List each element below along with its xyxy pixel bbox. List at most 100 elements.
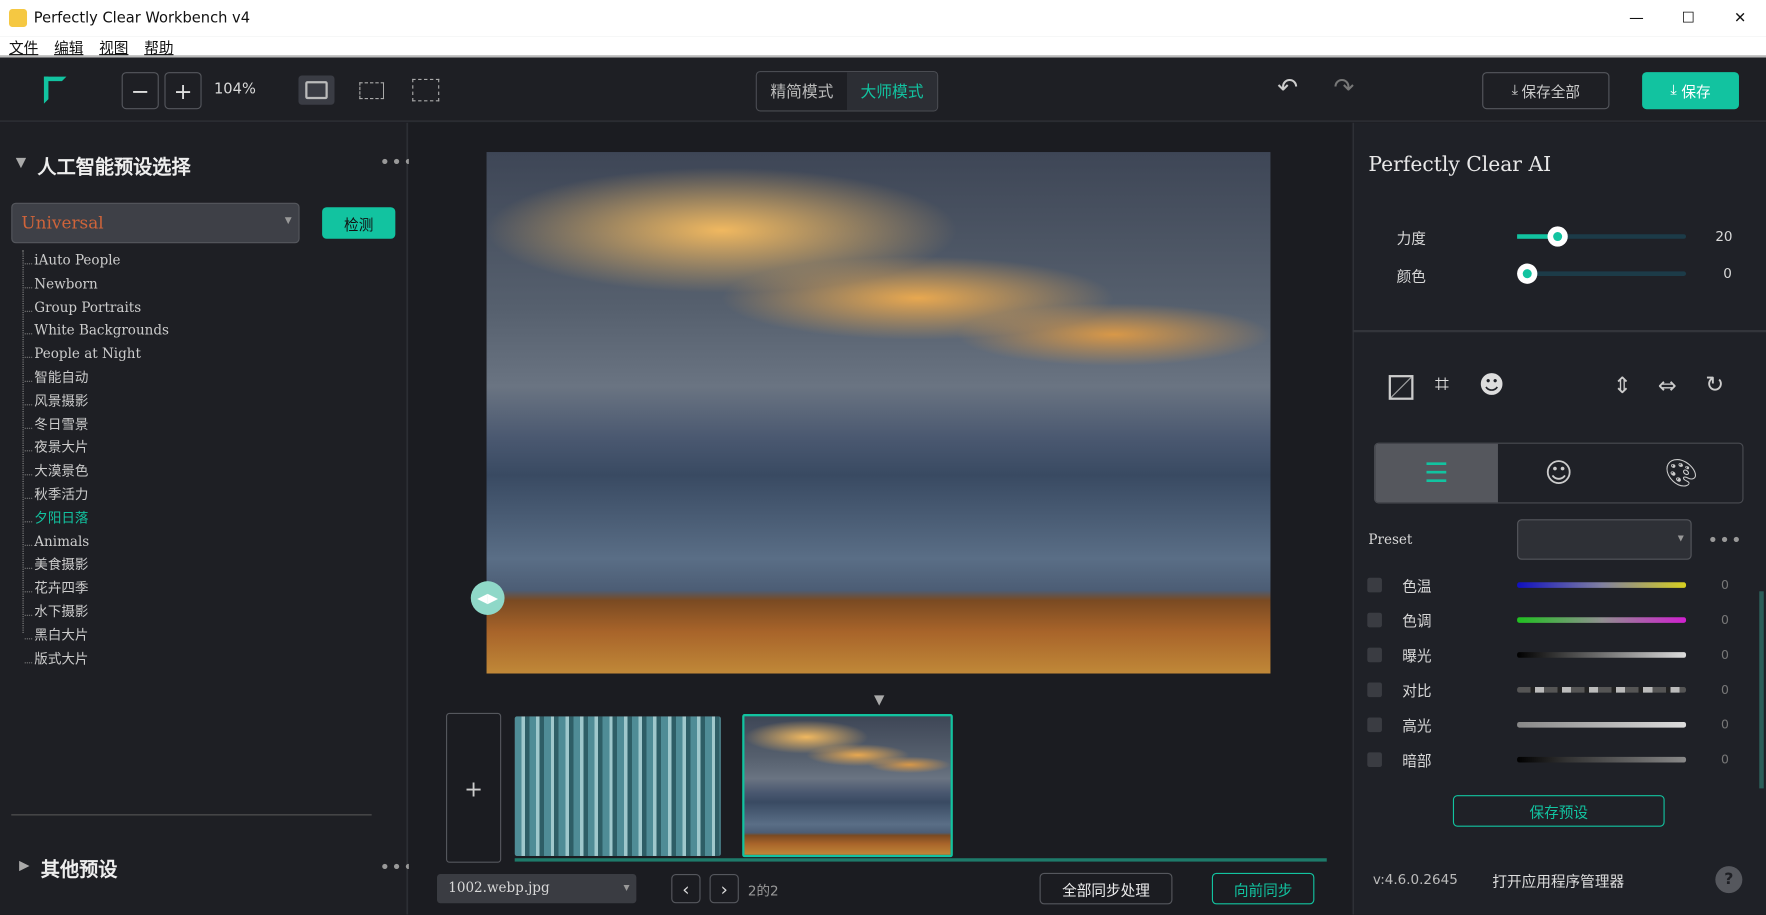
preset-item[interactable]: 秋季活力 [24, 484, 169, 507]
download-icon: ⤓ [1670, 82, 1677, 100]
adjustment-checkbox[interactable] [1367, 681, 1382, 697]
color-value: 0 [1723, 265, 1732, 282]
save-preset-button[interactable]: 保存预设 [1452, 795, 1665, 827]
preset-item[interactable]: 水下摄影 [24, 601, 169, 624]
menu-help[interactable]: 帮助 [144, 36, 173, 58]
tab-face-retouch[interactable]: ☺ [1498, 444, 1620, 503]
download-icon: ⤓ [1511, 82, 1519, 100]
preset-item[interactable]: Newborn [24, 273, 169, 296]
sync-all-button[interactable]: 全部同步处理 [1039, 872, 1173, 905]
menu-file[interactable]: 文件 [9, 36, 38, 58]
toolbar: − + 104% 精简模式 大师模式 ↶ ↷ ⤓ 保存全部 ⤓ 保存 [0, 58, 1766, 122]
preset-item[interactable]: 花卉四季 [24, 578, 169, 601]
save-all-button[interactable]: ⤓ 保存全部 [1482, 72, 1610, 110]
preset-item[interactable]: White Backgrounds [24, 320, 169, 343]
thumbnail-sunset-selected[interactable] [742, 714, 953, 858]
adjust-preset-dropdown[interactable]: ▼ [1517, 519, 1692, 560]
add-image-button[interactable]: + [446, 712, 502, 863]
thumbnail-city[interactable] [514, 716, 721, 856]
save-button[interactable]: ⤓ 保存 [1642, 72, 1739, 110]
adjustment-slider[interactable] [1517, 617, 1687, 623]
preset-item[interactable]: Animals [24, 531, 169, 554]
undo-icon[interactable]: ↶ [1277, 74, 1298, 102]
adjustment-checkbox[interactable] [1367, 647, 1382, 662]
preset-item[interactable]: 大漠景色 [24, 461, 169, 484]
scrollbar[interactable] [1759, 591, 1764, 789]
current-thumb-marker-icon: ▼ [873, 691, 885, 708]
next-image-button[interactable]: › [709, 873, 739, 904]
redo-icon[interactable]: ↷ [1334, 74, 1355, 102]
zoom-out-button[interactable]: − [121, 72, 159, 110]
prev-image-button[interactable]: ‹ [671, 873, 701, 904]
compare-split-handle[interactable]: ◀▶ [470, 581, 505, 615]
tab-adjustments[interactable]: ☰ [1375, 443, 1498, 503]
adjustment-checkbox[interactable] [1367, 751, 1382, 767]
tab-creative[interactable]: 🎨︎ [1620, 444, 1742, 503]
sync-forward-button[interactable]: 向前同步 [1211, 872, 1315, 905]
preset-item[interactable]: 美食摄影 [24, 555, 169, 578]
compare-view-icon[interactable] [412, 78, 440, 102]
adjustment-checkbox[interactable] [1367, 612, 1382, 627]
adjustment-checkbox[interactable] [1367, 716, 1382, 732]
menu-edit[interactable]: 编辑 [54, 36, 83, 58]
preset-item[interactable]: iAuto People [24, 250, 169, 273]
rotate-icon[interactable]: ↻ [1705, 371, 1724, 398]
version-text: v:4.6.0.2645 [1372, 871, 1458, 888]
preset-item[interactable]: People at Night [24, 344, 169, 367]
adjustment-value: 0 [1720, 577, 1729, 592]
zoom-in-button[interactable]: + [164, 72, 202, 110]
preset-dropdown[interactable]: Universal ▼ [11, 202, 300, 244]
tool-tabs: ☰ ☺ 🎨︎ [1374, 442, 1744, 504]
minimize-button[interactable]: — [1611, 10, 1663, 27]
more-options-icon[interactable]: ••• [1707, 529, 1742, 550]
collapse-triangle-icon: ▼ [15, 154, 27, 171]
preset-item[interactable]: 冬日雪景 [24, 414, 169, 437]
adjustment-slider[interactable] [1517, 687, 1687, 693]
curves-icon[interactable] [1388, 375, 1414, 400]
preset-item[interactable]: 智能自动 [24, 367, 169, 390]
page-info: 2的2 [747, 883, 779, 899]
preset-item[interactable]: 版式大片 [24, 648, 169, 671]
color-slider[interactable] [1517, 271, 1687, 276]
palette-icon: 🎨︎ [1664, 457, 1699, 489]
preset-item[interactable]: 风景摄影 [24, 391, 169, 414]
preset-item[interactable]: 黑白大片 [24, 625, 169, 648]
flip-horizontal-icon[interactable]: ⇔ [1658, 372, 1677, 399]
help-button[interactable]: ? [1715, 866, 1743, 894]
adjustment-slider[interactable] [1517, 721, 1687, 728]
preset-item[interactable]: 夜景大片 [24, 437, 169, 460]
crop-icon[interactable]: ⌗ [1435, 371, 1449, 399]
strength-thumb[interactable] [1547, 226, 1568, 247]
file-select[interactable]: 1002.webp.jpg ▼ [436, 873, 637, 904]
detect-button[interactable]: 检测 [322, 207, 396, 239]
face-icon[interactable]: ☻ [1479, 372, 1505, 400]
adjustment-slider[interactable] [1517, 652, 1687, 658]
adjustment-value: 0 [1720, 716, 1729, 732]
dropdown-arrow-icon: ▼ [284, 215, 292, 226]
preset-item[interactable]: 夕阳日落 [24, 508, 169, 531]
split-view-icon[interactable] [359, 82, 385, 100]
strength-label: 力度 [1396, 230, 1426, 248]
title-bar: Perfectly Clear Workbench v4 — ☐ ✕ [0, 0, 1766, 37]
open-app-manager-link[interactable]: 打开应用程序管理器 [1492, 869, 1624, 891]
mode-simple-tab[interactable]: 精简模式 [757, 72, 847, 110]
filmstrip-scrollbar[interactable] [514, 858, 1327, 862]
adjustment-slider[interactable] [1517, 582, 1687, 588]
face-brush-icon: ☺ [1544, 457, 1573, 489]
adjustment-label: 曝光 [1402, 648, 1432, 666]
other-presets-header[interactable]: ▶ 其他预设 [19, 854, 117, 882]
color-thumb[interactable] [1517, 263, 1538, 284]
ai-preset-header[interactable]: ▼ 人工智能预设选择 [16, 151, 191, 179]
preset-item[interactable]: Group Portraits [24, 297, 169, 320]
close-button[interactable]: ✕ [1714, 10, 1766, 27]
main-photo-preview[interactable] [486, 152, 1271, 674]
mode-master-tab[interactable]: 大师模式 [846, 72, 938, 111]
brand-logo-icon [43, 76, 67, 104]
flip-vertical-icon[interactable]: ⇕ [1613, 372, 1632, 399]
strength-slider[interactable] [1517, 234, 1687, 239]
adjustment-slider[interactable] [1517, 756, 1687, 763]
adjustment-checkbox[interactable] [1367, 577, 1382, 592]
menu-view[interactable]: 视图 [99, 36, 128, 58]
single-view-button[interactable] [298, 75, 335, 105]
maximize-button[interactable]: ☐ [1662, 10, 1714, 27]
